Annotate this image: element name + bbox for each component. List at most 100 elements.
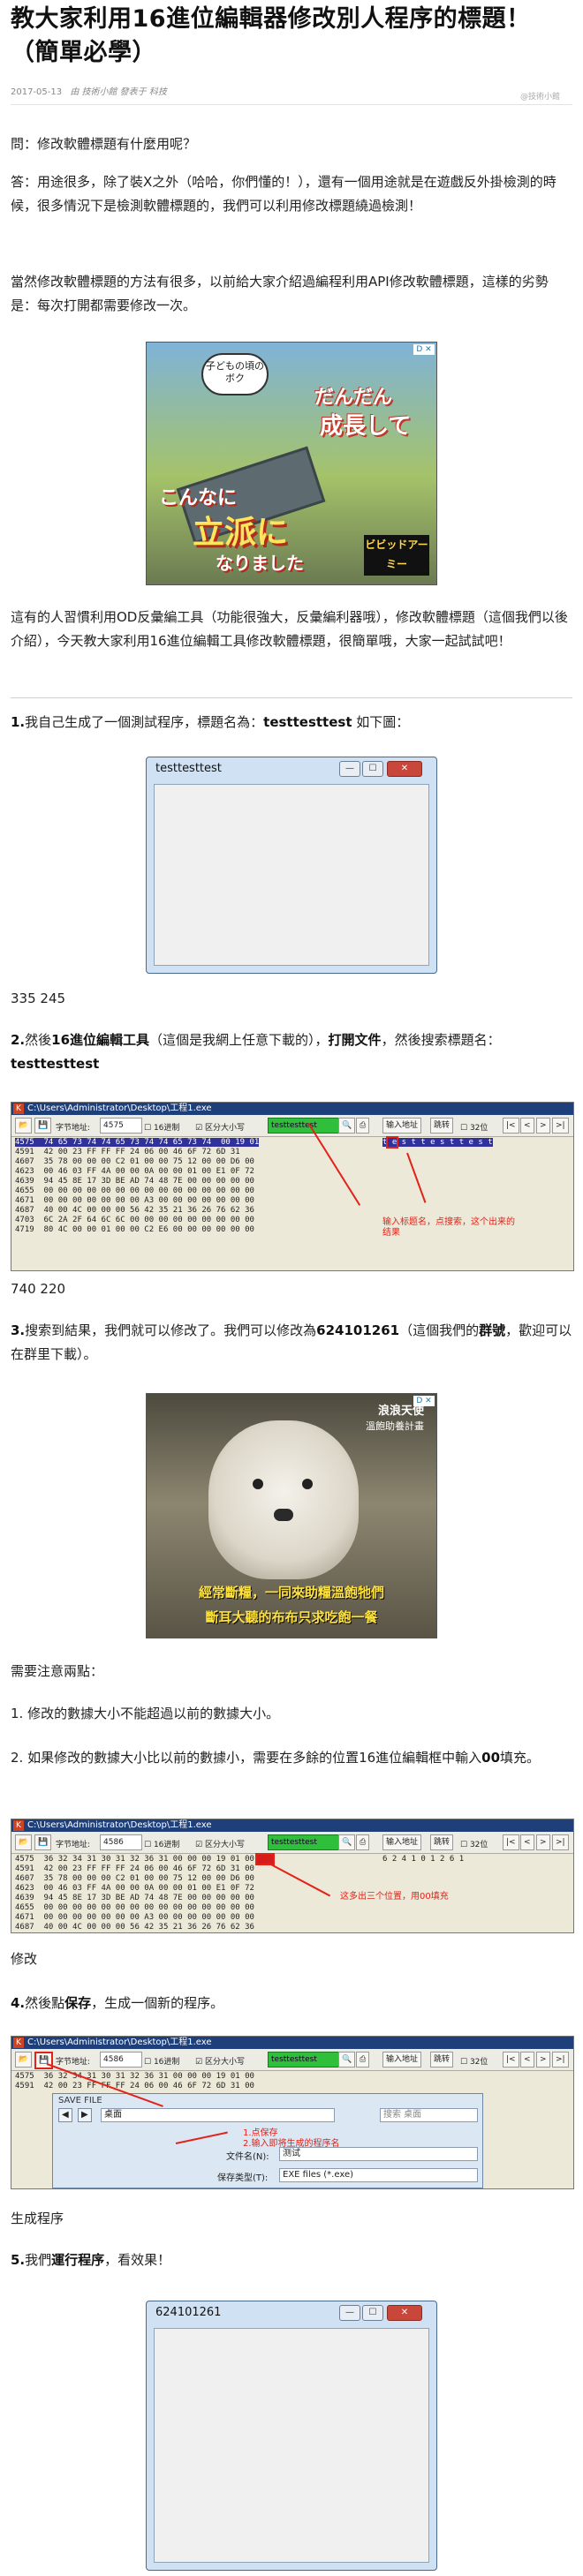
filename-label: 文件名(N): (226, 2152, 269, 2162)
open-file-icon[interactable]: 📂 (15, 1118, 33, 1134)
window-titlebar[interactable]: testtesttest — ☐ ✕ (147, 757, 436, 780)
nav-first-icon-3[interactable]: |< (503, 2052, 519, 2068)
maximize-icon-2[interactable]: ☐ (362, 2305, 383, 2321)
caption-generated: 生成程序 (11, 2211, 64, 2226)
forward-icon[interactable]: ▶ (78, 2108, 92, 2122)
address-label-3: 字节地址: (56, 2058, 91, 2067)
nav-first-icon-2[interactable]: |< (503, 1834, 519, 1850)
print-icon-2[interactable]: ⎙ (356, 1834, 370, 1850)
divider (11, 697, 572, 698)
save-icon[interactable]: 💾 (34, 1118, 52, 1134)
article-meta: 2017-05-13 由 技術小館 發表于 科技 (11, 84, 572, 105)
case-checkbox[interactable]: ☑ 区分大小写 (195, 1121, 245, 1133)
hex-editor-save: K C:\Users\Administrator\Desktop\工程1.exe … (11, 2036, 574, 2189)
search-icon-3[interactable]: 🔍 (338, 2052, 356, 2068)
nav-last-icon[interactable]: >| (552, 1118, 569, 1134)
minimize-icon-2[interactable]: — (339, 2305, 360, 2321)
close-icon-2[interactable]: ✕ (387, 2305, 422, 2321)
ad-choices-icon[interactable]: D ✕ (413, 344, 435, 355)
search-icon-2[interactable]: 🔍 (338, 1834, 356, 1850)
nav-last-icon-2[interactable]: >| (552, 1834, 569, 1850)
input-address-button[interactable]: 输入地址 (382, 1118, 422, 1134)
hex-rows-2: 4575 36 32 34 31 30 31 32 36 31 00 00 00… (15, 1855, 254, 1932)
print-icon[interactable]: ⎙ (356, 1118, 370, 1134)
nav-first-icon[interactable]: |< (503, 1118, 519, 1134)
address-field-3[interactable]: 4586 (100, 2052, 142, 2068)
32bit-checkbox-3[interactable]: ☐ 32位 (460, 2055, 488, 2067)
nav-next-icon-2[interactable]: > (536, 1834, 550, 1850)
close-icon[interactable]: ✕ (387, 761, 422, 777)
hex-checkbox-3[interactable]: ☐ 16进制 (144, 2055, 179, 2067)
hex-checkbox-2[interactable]: ☐ 16进制 (144, 1838, 179, 1849)
input-address-button-2[interactable]: 输入地址 (382, 1834, 422, 1850)
nav-prev-icon[interactable]: < (520, 1118, 534, 1134)
address-field[interactable]: 4575 (100, 1118, 142, 1134)
ad-line-4: 立派に (193, 515, 289, 551)
nav-prev-icon-2[interactable]: < (520, 1834, 534, 1850)
question-paragraph: 問：修改軟體標題有什麼用呢？ (11, 136, 197, 152)
jump-button-3[interactable]: 跳转 (430, 2052, 454, 2068)
open-file-icon-2[interactable]: 📂 (15, 1834, 33, 1850)
save-icon-3[interactable]: 💾 (34, 2052, 54, 2069)
hex-toolbar-3: 📂 💾 字节地址: 4586 ☐ 16进制 ☑ 区分大小写 testtestte… (11, 2049, 573, 2071)
dog-advertisement-image[interactable]: D ✕ 浪浪天使 溫飽助養計畫 經常斷糧，一同來助糧溫飽牠們 斷耳大聽的布布只求… (146, 1393, 437, 1638)
window-title-2: 624101261 (155, 2306, 222, 2319)
test-program-window[interactable]: testtesttest — ☐ ✕ (146, 757, 437, 974)
search-icon[interactable]: 🔍 (338, 1118, 356, 1134)
red-arrow (406, 1152, 427, 1203)
annotation-note: 输入标题名，点搜索，这个出来的结果 (382, 1217, 515, 1238)
advertisement-image[interactable]: D ✕ 子どもの頃のボク だんだん 成長して こんなに 立派に なりました ビビ… (146, 342, 437, 585)
address-field-2[interactable]: 4586 (100, 1834, 142, 1850)
32bit-checkbox[interactable]: ☐ 32位 (460, 1121, 488, 1133)
window-client-area-2 (154, 2328, 429, 2563)
hex-rows-3: 4575 36 32 34 31 30 31 32 36 31 00 00 00… (15, 2072, 254, 2090)
search-field[interactable]: testtesttest (268, 1118, 340, 1134)
case-checkbox-3[interactable]: ☑ 区分大小写 (195, 2055, 245, 2067)
file-type-select[interactable]: EXE files (*.exe) (279, 2168, 478, 2182)
app-icon-3: K (13, 2037, 24, 2048)
nav-next-icon-3[interactable]: > (536, 2052, 550, 2068)
hex-titlebar-3: K C:\Users\Administrator\Desktop\工程1.exe (11, 2037, 573, 2049)
selected-row[interactable]: 4575 74 65 73 74 74 65 73 74 74 65 73 74… (15, 1138, 260, 1147)
hex-toolbar-2: 📂 💾 字节地址: 4586 ☐ 16进制 ☑ 区分大小写 testtestte… (11, 1832, 573, 1854)
article: 教大家利用16進位編輯器修改別人程序的標題！（簡單必學） 2017-05-13 … (11, 0, 574, 2571)
window-title: testtesttest (155, 762, 222, 775)
ad-line-2: 成長して (320, 413, 412, 440)
search-field-3[interactable]: testtesttest (268, 2052, 340, 2068)
jump-button[interactable]: 跳转 (430, 1118, 454, 1134)
ad2-watermark-2: 溫飽助養計畫 (366, 1420, 424, 1432)
file-type-label: 保存类型(T): (217, 2173, 269, 2183)
maximize-icon[interactable]: ☐ (362, 761, 383, 777)
input-address-button-3[interactable]: 输入地址 (382, 2052, 422, 2068)
path-field[interactable]: 桌面 (101, 2108, 335, 2122)
nav-next-icon[interactable]: > (536, 1118, 550, 1134)
modified-program-window[interactable]: 624101261 — ☐ ✕ (146, 2301, 437, 2571)
hex-checkbox[interactable]: ☐ 16进制 (144, 1121, 179, 1133)
save-icon-2[interactable]: 💾 (34, 1834, 52, 1850)
hex-file-path-2: C:\Users\Administrator\Desktop\工程1.exe (27, 1820, 212, 1830)
nav-prev-icon-3[interactable]: < (520, 2052, 534, 2068)
dog-eye-left (253, 1479, 263, 1489)
address-label-2: 字节地址: (56, 1841, 91, 1849)
red-arrow-3 (267, 1862, 331, 1897)
minimize-icon[interactable]: — (339, 761, 360, 777)
print-icon-3[interactable]: ⎙ (356, 2052, 370, 2068)
case-checkbox-2[interactable]: ☑ 区分大小写 (195, 1838, 245, 1849)
nav-last-icon-3[interactable]: >| (552, 2052, 569, 2068)
hex-file-path: C:\Users\Administrator\Desktop\工程1.exe (27, 1103, 212, 1113)
ad-line-5: なりました (216, 553, 304, 574)
open-file-icon-3[interactable]: 📂 (15, 2052, 33, 2068)
ad-logo: ビビッドアーミー (364, 535, 429, 576)
search-field-2[interactable]: testtesttest (268, 1834, 340, 1850)
back-icon[interactable]: ◀ (58, 2108, 72, 2122)
highlight-box (386, 1136, 398, 1149)
image-dimensions-1: 335 245 (11, 990, 66, 1006)
dialog-search-field[interactable]: 搜索 桌面 (380, 2108, 478, 2122)
answer-paragraph: 答：用途很多，除了裝X之外（哈哈，你們懂的！），還有一個用途就是在遊戲反外掛檢測… (11, 174, 556, 214)
window-titlebar-2[interactable]: 624101261 — ☐ ✕ (147, 2301, 436, 2324)
32bit-checkbox-2[interactable]: ☐ 32位 (460, 1838, 488, 1849)
jump-button-2[interactable]: 跳转 (430, 1834, 454, 1850)
article-author: 由 技術小館 發表于 科技 (70, 87, 167, 97)
image-dimensions-2: 740 220 (11, 1281, 66, 1297)
dog-eye-right (302, 1479, 313, 1489)
